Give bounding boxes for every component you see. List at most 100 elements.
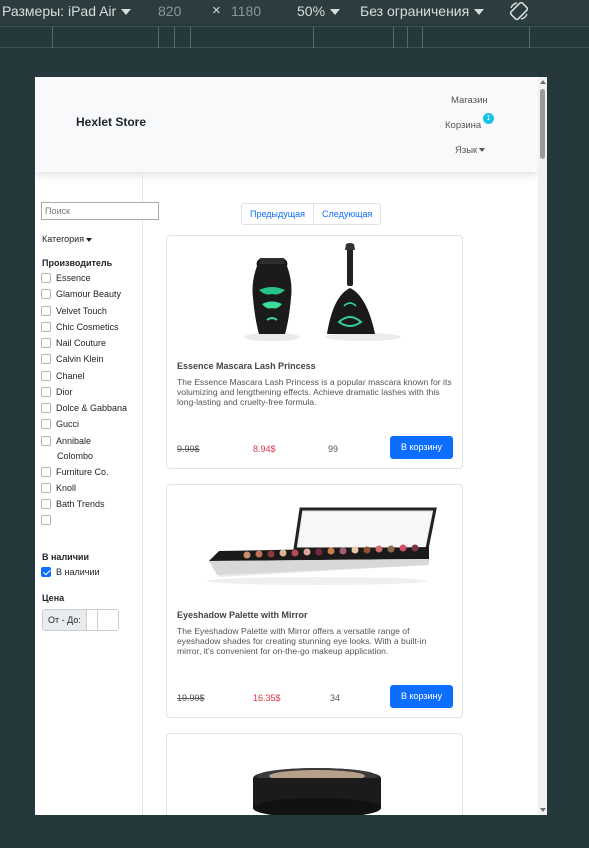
product-title[interactable]: Eyeshadow Palette with Mirror: [177, 610, 308, 620]
zoom-label: 50%: [297, 3, 326, 19]
manufacturer-label: Velvet Touch: [56, 306, 107, 316]
in-stock-title: В наличии: [42, 552, 89, 562]
zoom-select[interactable]: 50%: [297, 3, 341, 19]
checkbox[interactable]: [41, 467, 51, 477]
search-input[interactable]: [41, 202, 159, 220]
manufacturer-label: Furniture Co.: [56, 467, 109, 477]
manufacturer-option[interactable]: Velvet Touch: [41, 306, 107, 316]
navbar: Hexlet Store Магазин Корзина 1 Язык: [35, 77, 538, 172]
chevron-down-icon: [330, 9, 341, 16]
device-select[interactable]: Размеры: iPad Air: [2, 3, 132, 19]
device-label: Размеры: iPad Air: [2, 3, 117, 19]
throttle-label: Без ограничения: [360, 3, 470, 19]
checkbox[interactable]: [41, 403, 51, 413]
checkbox-checked[interactable]: [41, 567, 51, 577]
checkbox[interactable]: [41, 289, 51, 299]
next-page-button[interactable]: Следующая: [314, 204, 380, 224]
checkbox[interactable]: [41, 483, 51, 493]
manufacturer-label: Nail Couture: [56, 338, 107, 348]
language-label: Язык: [455, 145, 478, 156]
page-scrollbar[interactable]: [538, 77, 547, 815]
product-image: [167, 485, 462, 605]
checkbox[interactable]: [41, 515, 51, 525]
price-range-label: От - До:: [43, 610, 87, 630]
manufacturer-option[interactable]: Chic Cosmetics: [41, 322, 119, 332]
checkbox[interactable]: [41, 354, 51, 364]
manufacturer-label: Bath Trends: [56, 499, 105, 509]
manufacturer-label: Dolce & Gabbana: [56, 403, 128, 413]
manufacturer-option[interactable]: Gucci: [41, 419, 79, 429]
height-input[interactable]: 1180: [231, 3, 261, 19]
manufacturer-option[interactable]: Essence: [41, 273, 91, 283]
manufacturer-option[interactable]: [41, 515, 56, 525]
checkbox[interactable]: [41, 273, 51, 283]
product-new-price: 8.94$: [253, 444, 276, 454]
manufacturer-label: Dior: [56, 387, 73, 397]
add-to-cart-button[interactable]: В корзину: [390, 685, 453, 708]
in-stock-label: В наличии: [56, 567, 100, 577]
add-to-cart-button[interactable]: В корзину: [390, 436, 453, 459]
checkbox[interactable]: [41, 387, 51, 397]
product-card: Eyeshadow Palette with Mirror The Eyesha…: [166, 484, 463, 718]
chevron-down-icon: [121, 9, 132, 16]
manufacturer-option[interactable]: Knoll: [41, 483, 76, 493]
close-icon: ×: [212, 2, 221, 19]
throttle-select[interactable]: Без ограничения: [360, 3, 485, 19]
pagination: Предыдущая Следующая: [241, 203, 382, 225]
manufacturers-title: Производитель: [42, 258, 113, 268]
product-stock: 99: [328, 444, 339, 454]
manufacturer-label: Calvin Klein: [56, 354, 104, 364]
nav-link-cart[interactable]: Корзина: [445, 120, 481, 131]
checkbox[interactable]: [41, 419, 51, 429]
manufacturer-label: Annibale: [56, 436, 92, 446]
manufacturer-option[interactable]: Dolce & Gabbana: [41, 403, 127, 413]
manufacturer-option[interactable]: Nail Couture: [41, 338, 106, 348]
media-query-ruler: [0, 26, 589, 48]
manufacturer-option[interactable]: Glamour Beauty: [41, 289, 121, 299]
manufacturer-label: Gucci: [56, 419, 80, 429]
product-description: The Essence Mascara Lash Princess is a p…: [177, 377, 452, 408]
price-title: Цена: [42, 593, 65, 603]
manufacturer-option[interactable]: Calvin Klein: [41, 354, 104, 364]
product-description: The Eyeshadow Palette with Mirror offers…: [177, 626, 427, 657]
chevron-down-icon: [86, 237, 93, 242]
checkbox[interactable]: [41, 371, 51, 381]
manufacturer-label: Chic Cosmetics: [56, 322, 119, 332]
nav-link-shop[interactable]: Магазин: [451, 95, 488, 106]
price-range: От - До:: [42, 609, 119, 631]
manufacturer-option[interactable]: Furniture Co.: [41, 467, 109, 477]
prev-page-button[interactable]: Предыдущая: [242, 204, 315, 224]
product-card: [166, 733, 463, 815]
checkbox[interactable]: [41, 436, 51, 446]
chevron-down-icon: [479, 148, 486, 153]
category-dropdown[interactable]: Категория: [42, 234, 93, 244]
price-from-input[interactable]: [87, 610, 98, 630]
manufacturer-option[interactable]: Dior: [41, 387, 73, 397]
product-new-price: 16.35$: [253, 693, 281, 703]
in-stock-option[interactable]: В наличии: [41, 567, 100, 577]
manufacturer-option[interactable]: Chanel: [41, 371, 85, 381]
checkbox[interactable]: [41, 499, 51, 509]
product-image: [167, 236, 462, 356]
scroll-up-icon[interactable]: [540, 80, 546, 84]
price-to-input[interactable]: [98, 610, 118, 630]
manufacturer-label: Essence: [56, 273, 91, 283]
checkbox[interactable]: [41, 322, 51, 332]
device-toolbar: Размеры: iPad Air 820 × 1180 50% Без огр…: [0, 0, 589, 24]
product-old-price: 19.99$: [177, 693, 205, 703]
checkbox[interactable]: [41, 306, 51, 316]
product-stock: 34: [330, 693, 341, 703]
checkbox[interactable]: [41, 338, 51, 348]
nav-link-language[interactable]: Язык: [455, 145, 486, 156]
brand-logo[interactable]: Hexlet Store: [76, 115, 146, 129]
scroll-down-icon[interactable]: [540, 808, 546, 812]
product-old-price: 9.99$: [177, 444, 200, 454]
rotate-icon[interactable]: [508, 0, 530, 25]
width-input[interactable]: 820: [158, 3, 181, 19]
manufacturer-option[interactable]: Bath Trends: [41, 499, 105, 509]
manufacturer-option[interactable]: Annibale: [41, 436, 91, 446]
manufacturer-label: Knoll: [56, 483, 77, 493]
product-title[interactable]: Essence Mascara Lash Princess: [177, 361, 316, 371]
product-image: [167, 734, 462, 815]
scrollbar-thumb[interactable]: [540, 89, 545, 159]
